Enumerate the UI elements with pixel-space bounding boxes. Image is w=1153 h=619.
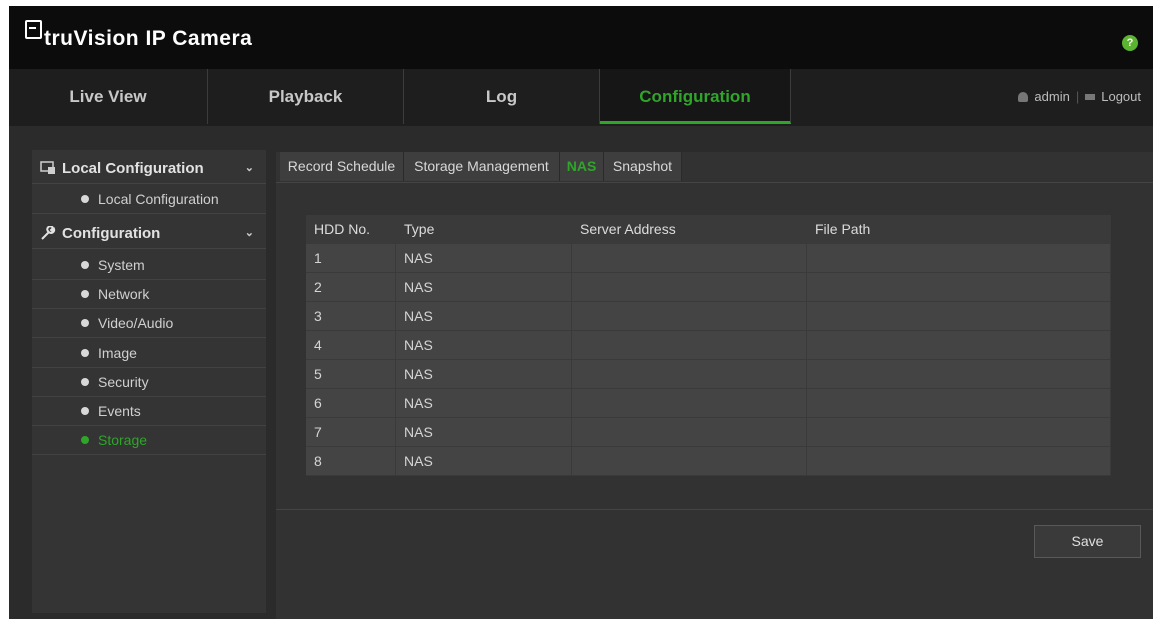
- user-icon: [1018, 92, 1029, 102]
- table-row[interactable]: 1 NAS: [306, 244, 1111, 273]
- cell-file-path[interactable]: [807, 244, 1111, 272]
- sidebar: Local Configuration ⌄ Local Configuratio…: [32, 150, 266, 613]
- header-type: Type: [404, 221, 435, 237]
- cell-server-address[interactable]: [572, 389, 807, 417]
- tab-configuration[interactable]: Configuration: [600, 69, 791, 124]
- cell-file-path[interactable]: [807, 331, 1111, 359]
- separator: |: [1075, 89, 1080, 104]
- main-nav: Live View Playback Log Configuration adm…: [9, 69, 1153, 126]
- tab-playback[interactable]: Playback: [208, 69, 404, 124]
- cell-hdd-no: 1: [306, 244, 396, 272]
- logout-icon[interactable]: [1085, 94, 1096, 100]
- tab-snapshot[interactable]: Snapshot: [604, 152, 682, 181]
- table-row[interactable]: 2 NAS: [306, 273, 1111, 302]
- table-row[interactable]: 3 NAS: [306, 302, 1111, 331]
- main-panel: Record Schedule Storage Management NAS S…: [276, 152, 1153, 619]
- help-icon[interactable]: ?: [1122, 35, 1138, 51]
- table-row[interactable]: 4 NAS: [306, 331, 1111, 360]
- tab-live-view[interactable]: Live View: [9, 69, 208, 124]
- bullet-icon: [81, 261, 89, 269]
- cell-file-path[interactable]: [807, 302, 1111, 330]
- header-hdd-no: HDD No.: [314, 221, 371, 237]
- sidebar-item-storage[interactable]: Storage: [32, 426, 266, 455]
- cell-type: NAS: [396, 389, 572, 417]
- cell-type: NAS: [396, 302, 572, 330]
- sidebar-item-local-configuration[interactable]: Local Configuration: [32, 185, 266, 214]
- header-server-address: Server Address: [580, 221, 676, 237]
- tab-storage-management[interactable]: Storage Management: [404, 152, 560, 181]
- tab-record-schedule[interactable]: Record Schedule: [280, 152, 404, 181]
- cell-file-path[interactable]: [807, 273, 1111, 301]
- cell-server-address[interactable]: [572, 360, 807, 388]
- chevron-down-icon: ⌄: [244, 162, 254, 174]
- cell-server-address[interactable]: [572, 331, 807, 359]
- cell-file-path[interactable]: [807, 360, 1111, 388]
- cell-hdd-no: 4: [306, 331, 396, 359]
- header-file-path: File Path: [815, 221, 871, 237]
- cell-hdd-no: 7: [306, 418, 396, 446]
- cell-server-address[interactable]: [572, 244, 807, 272]
- tab-nas[interactable]: NAS: [560, 152, 604, 181]
- username: admin: [1034, 89, 1070, 104]
- table-row[interactable]: 5 NAS: [306, 360, 1111, 389]
- sidebar-item-video-audio[interactable]: Video/Audio: [32, 309, 266, 338]
- bullet-icon: [81, 407, 89, 415]
- table-header-row: HDD No. Type Server Address File Path: [306, 215, 1111, 244]
- bullet-icon: [81, 349, 89, 357]
- cell-file-path[interactable]: [807, 418, 1111, 446]
- bullet-icon: [81, 319, 89, 327]
- section-divider: [276, 509, 1153, 510]
- cell-hdd-no: 3: [306, 302, 396, 330]
- cell-hdd-no: 6: [306, 389, 396, 417]
- wrench-icon: [41, 226, 56, 240]
- bullet-icon: [81, 290, 89, 298]
- cell-file-path[interactable]: [807, 389, 1111, 417]
- cell-type: NAS: [396, 447, 572, 475]
- save-button[interactable]: Save: [1034, 525, 1141, 558]
- logo-icon: [25, 20, 42, 39]
- cell-type: NAS: [396, 244, 572, 272]
- sidebar-item-events[interactable]: Events: [32, 397, 266, 426]
- cell-server-address[interactable]: [572, 302, 807, 330]
- cell-server-address[interactable]: [572, 273, 807, 301]
- bullet-icon: [81, 436, 89, 444]
- cell-type: NAS: [396, 360, 572, 388]
- chevron-down-icon: ⌄: [244, 227, 254, 239]
- cell-server-address[interactable]: [572, 418, 807, 446]
- bullet-icon: [81, 195, 89, 203]
- sidebar-item-security[interactable]: Security: [32, 368, 266, 397]
- app-window: truVision IP Camera ? Live View Playback…: [9, 6, 1153, 619]
- sidebar-group-configuration[interactable]: Configuration ⌄: [32, 219, 266, 249]
- sidebar-group-local-configuration[interactable]: Local Configuration ⌄: [32, 154, 266, 184]
- table-row[interactable]: 8 NAS: [306, 447, 1111, 476]
- table-row[interactable]: 7 NAS: [306, 418, 1111, 447]
- cell-hdd-no: 2: [306, 273, 396, 301]
- cell-type: NAS: [396, 331, 572, 359]
- local-config-icon: [40, 161, 55, 174]
- app-title: truVision IP Camera: [25, 20, 252, 51]
- cell-hdd-no: 5: [306, 360, 396, 388]
- sidebar-item-network[interactable]: Network: [32, 280, 266, 309]
- cell-server-address[interactable]: [572, 447, 807, 475]
- cell-type: NAS: [396, 418, 572, 446]
- tab-divider: [276, 182, 1153, 183]
- cell-file-path[interactable]: [807, 447, 1111, 475]
- logout-link[interactable]: Logout: [1101, 89, 1141, 104]
- tab-log[interactable]: Log: [404, 69, 600, 124]
- bullet-icon: [81, 378, 89, 386]
- sidebar-item-system[interactable]: System: [32, 251, 266, 280]
- table-row[interactable]: 6 NAS: [306, 389, 1111, 418]
- header-bar: truVision IP Camera ?: [9, 6, 1153, 69]
- sidebar-item-image[interactable]: Image: [32, 339, 266, 368]
- cell-type: NAS: [396, 273, 572, 301]
- cell-hdd-no: 8: [306, 447, 396, 475]
- user-area: admin | Logout: [1018, 69, 1141, 124]
